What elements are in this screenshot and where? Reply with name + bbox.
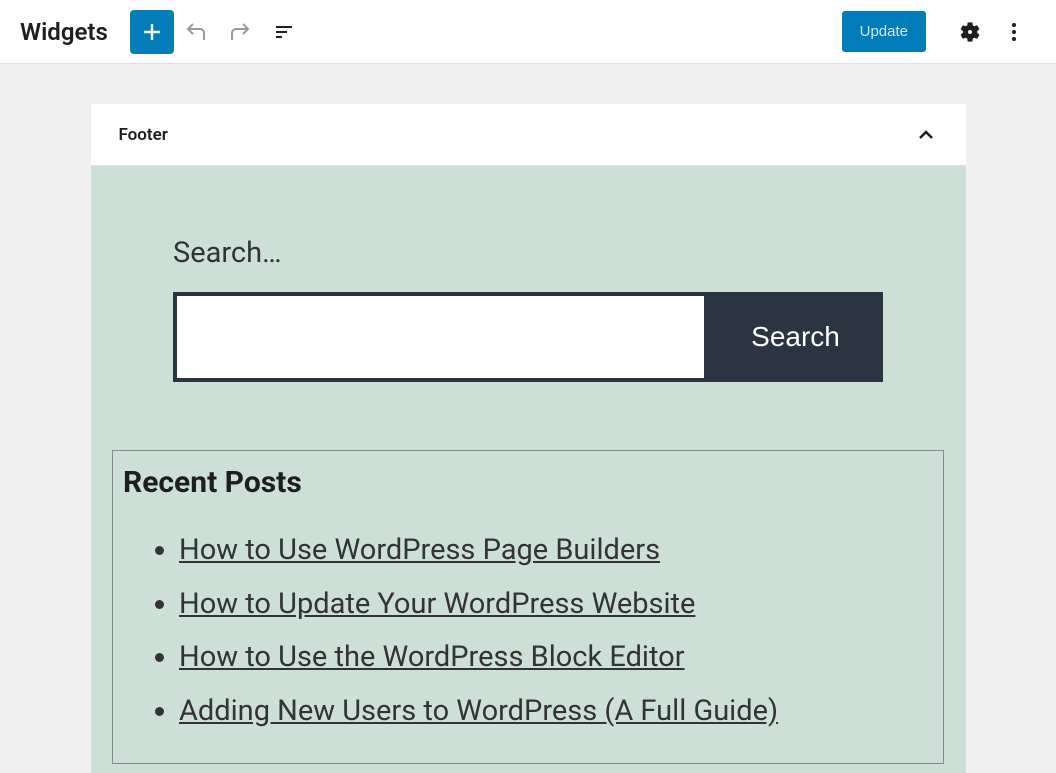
list-view-button[interactable] xyxy=(262,10,306,54)
widget-area-title: Footer xyxy=(119,125,168,145)
list-item: How to Use WordPress Page Builders xyxy=(179,524,933,578)
post-link[interactable]: How to Use WordPress Page Builders xyxy=(179,533,660,567)
widget-area-body: Search… Search Recent Posts How to Use W… xyxy=(91,166,966,773)
widget-area: Footer Search… Search Recent Posts How t… xyxy=(91,104,966,773)
search-input[interactable] xyxy=(173,292,708,382)
page-title: Widgets xyxy=(20,18,108,46)
chevron-up-icon xyxy=(914,123,938,147)
gear-icon xyxy=(958,20,982,44)
editor-canvas: Footer Search… Search Recent Posts How t… xyxy=(0,64,1056,773)
undo-icon xyxy=(184,20,208,44)
search-label: Search… xyxy=(173,236,883,270)
undo-button[interactable] xyxy=(174,10,218,54)
settings-button[interactable] xyxy=(948,10,992,54)
kebab-icon xyxy=(1002,20,1026,44)
redo-button[interactable] xyxy=(218,10,262,54)
post-link[interactable]: Adding New Users to WordPress (A Full Gu… xyxy=(179,694,778,728)
post-link[interactable]: How to Use the WordPress Block Editor xyxy=(179,640,685,674)
search-button[interactable]: Search xyxy=(708,292,883,382)
post-link[interactable]: How to Update Your WordPress Website xyxy=(179,587,695,621)
search-block[interactable]: Search… Search xyxy=(173,236,883,382)
list-item: How to Update Your WordPress Website xyxy=(179,578,933,632)
search-row: Search xyxy=(173,292,883,382)
top-toolbar: Widgets Update xyxy=(0,0,1056,64)
add-block-button[interactable] xyxy=(130,10,174,54)
recent-posts-title: Recent Posts xyxy=(123,465,933,500)
list-item: Adding New Users to WordPress (A Full Gu… xyxy=(179,685,933,739)
recent-posts-block[interactable]: Recent Posts How to Use WordPress Page B… xyxy=(112,450,944,764)
list-view-icon xyxy=(272,20,296,44)
options-button[interactable] xyxy=(992,10,1036,54)
update-button[interactable]: Update xyxy=(842,11,926,52)
list-item: How to Use the WordPress Block Editor xyxy=(179,631,933,685)
redo-icon xyxy=(228,20,252,44)
recent-posts-list: How to Use WordPress Page Builders How t… xyxy=(123,524,933,739)
widget-area-header[interactable]: Footer xyxy=(91,104,966,166)
plus-icon xyxy=(140,20,164,44)
